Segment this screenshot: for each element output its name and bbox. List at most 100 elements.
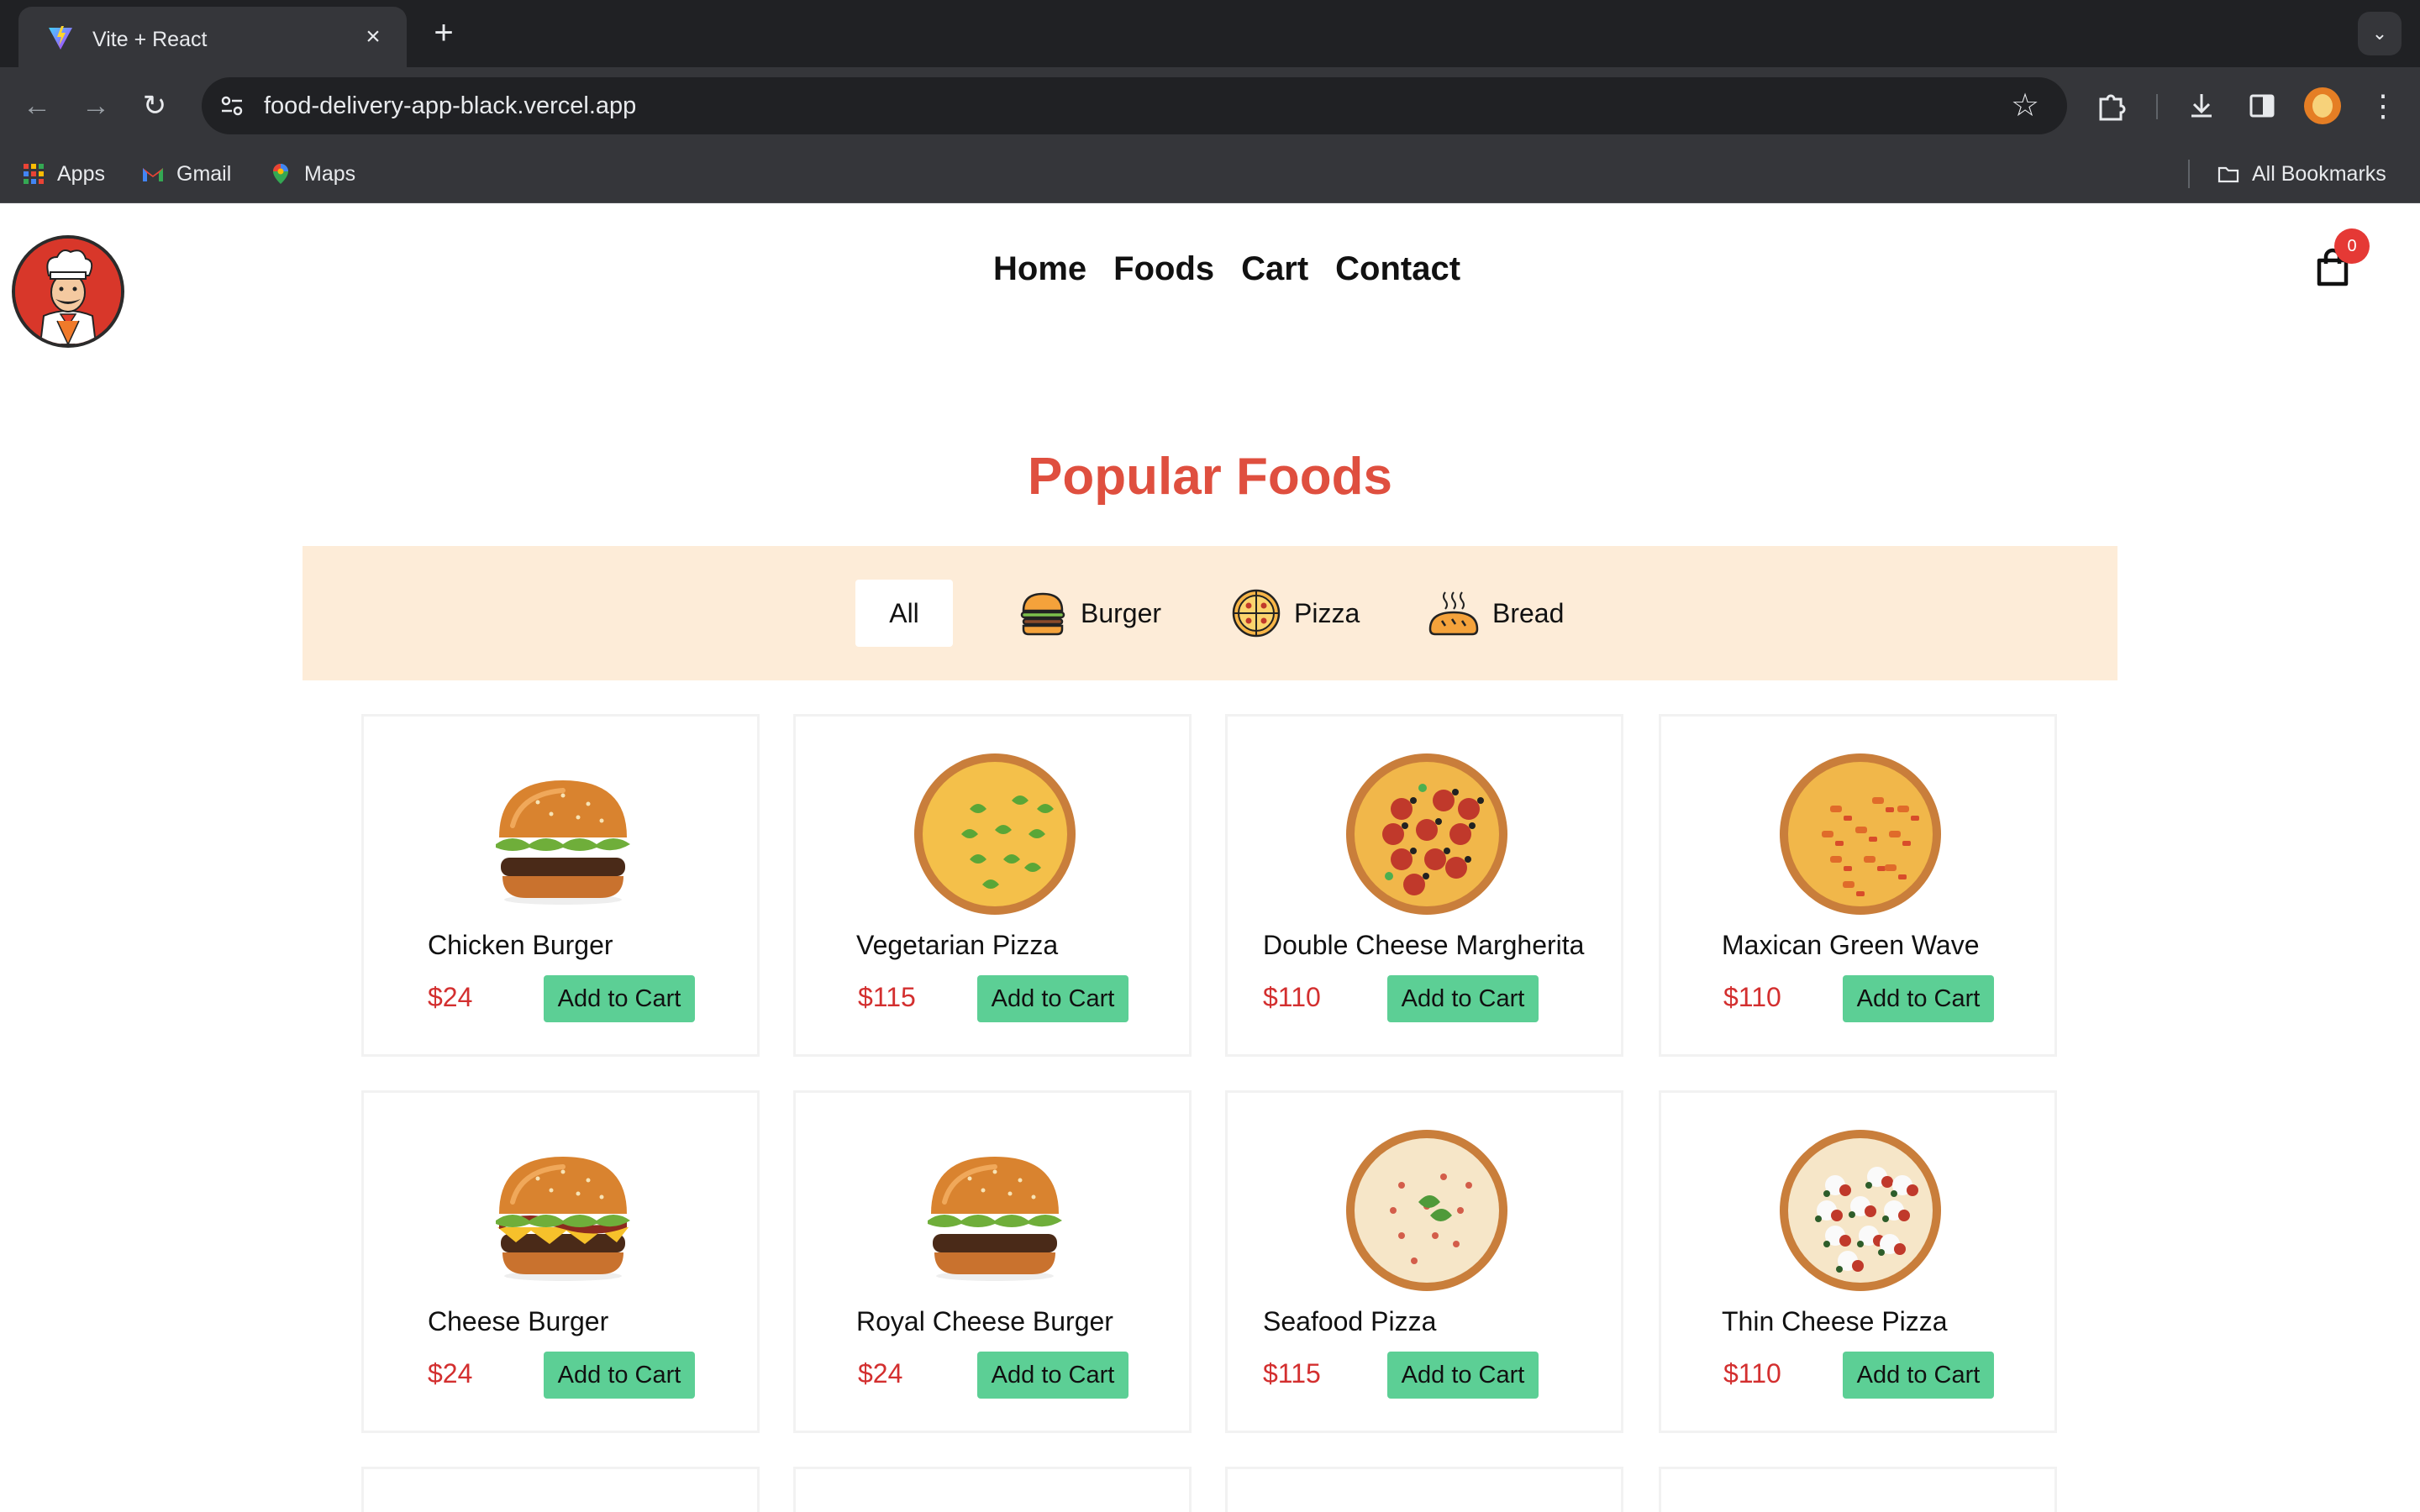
nav-contact[interactable]: Contact <box>1335 245 1460 292</box>
download-icon[interactable] <box>2181 86 2222 126</box>
chef-logo[interactable] <box>12 235 124 348</box>
product-price: $110 <box>1263 982 1321 1012</box>
add-to-cart-button[interactable]: Add to Cart <box>1843 975 1994 1022</box>
pizza-image[interactable] <box>1776 1126 1944 1294</box>
main-nav: Home Foods Cart Contact <box>993 245 1460 292</box>
section-title: Popular Foods <box>1028 448 1392 506</box>
browser-toolbar: ← → ↻ food-delivery-app-black.vercel.app… <box>0 67 2420 144</box>
product-card[interactable]: Cheese Burger $24 Add to Cart <box>361 1090 760 1433</box>
toolbar-divider <box>2156 94 2158 119</box>
gmail-icon <box>143 168 163 181</box>
product-name: Chicken Burger <box>428 930 613 960</box>
bookmark-star-icon[interactable]: ☆ <box>2005 86 2045 126</box>
product-card-partial[interactable] <box>1659 1467 2057 1512</box>
category-filter-bar: All Burger Pizza Bread <box>302 546 2118 680</box>
pizza-image[interactable] <box>1343 1126 1511 1294</box>
address-bar[interactable]: food-delivery-app-black.vercel.app ☆ <box>202 77 2067 134</box>
nav-home[interactable]: Home <box>993 245 1086 292</box>
product-card-partial[interactable] <box>793 1467 1192 1512</box>
new-tab-icon[interactable]: + <box>427 16 460 50</box>
product-card[interactable]: Maxican Green Wave $110 Add to Cart <box>1659 714 2057 1057</box>
filter-label: Burger <box>1081 597 1162 628</box>
bookmark-apps[interactable]: Apps <box>22 160 105 188</box>
bookmark-label: Gmail <box>176 162 232 186</box>
back-arrow-icon[interactable]: ← <box>17 86 57 126</box>
product-price: $24 <box>428 1358 473 1389</box>
product-price: $115 <box>858 982 916 1012</box>
product-price: $24 <box>428 982 473 1012</box>
product-card[interactable]: Double Cheese Margherita $110 Add to Car… <box>1225 714 1623 1057</box>
maps-pin-icon <box>273 164 288 184</box>
page-content: Home Foods Cart Contact 0 Popular Foods … <box>0 203 2420 1512</box>
side-panel-icon[interactable] <box>2242 86 2282 126</box>
browser-menu-icon[interactable]: ⋮ <box>2368 86 2398 126</box>
product-card[interactable]: Vegetarian Pizza $115 Add to Cart <box>793 714 1192 1057</box>
product-price: $110 <box>1723 1358 1781 1389</box>
product-card[interactable]: Royal Cheese Burger $24 Add to Cart <box>793 1090 1192 1433</box>
all-bookmarks-label: All Bookmarks <box>2252 162 2386 186</box>
nav-cart[interactable]: Cart <box>1241 245 1308 292</box>
burger-image[interactable] <box>479 750 647 918</box>
cart-count-badge: 0 <box>2334 228 2370 264</box>
burger-image[interactable] <box>911 1126 1079 1294</box>
product-name: Royal Cheese Burger <box>856 1306 1113 1336</box>
browser-tab-bar: Vite + React × + ⌄ <box>0 0 2420 67</box>
bread-icon <box>1428 591 1479 636</box>
add-to-cart-button[interactable]: Add to Cart <box>1387 975 1539 1022</box>
product-card[interactable]: Thin Cheese Pizza $110 Add to Cart <box>1659 1090 2057 1433</box>
add-to-cart-button[interactable]: Add to Cart <box>1387 1352 1539 1399</box>
vite-logo-icon <box>49 26 72 50</box>
add-to-cart-button[interactable]: Add to Cart <box>544 1352 695 1399</box>
product-name: Maxican Green Wave <box>1722 930 1980 960</box>
browser-tab[interactable]: Vite + React × <box>18 7 407 67</box>
product-name: Cheese Burger <box>428 1306 609 1336</box>
filter-all-button[interactable]: All <box>855 580 953 647</box>
product-price: $115 <box>1263 1358 1321 1389</box>
product-card-partial[interactable] <box>1225 1467 1623 1512</box>
profile-avatar[interactable] <box>2304 87 2341 124</box>
burger-icon <box>1020 592 1065 636</box>
add-to-cart-button[interactable]: Add to Cart <box>977 975 1128 1022</box>
bookmarks-divider <box>2188 160 2190 188</box>
product-card[interactable]: Seafood Pizza $115 Add to Cart <box>1225 1090 1623 1433</box>
add-to-cart-button[interactable]: Add to Cart <box>544 975 695 1022</box>
add-to-cart-button[interactable]: Add to Cart <box>1843 1352 1994 1399</box>
bookmark-label: Maps <box>304 162 356 186</box>
url-text[interactable]: food-delivery-app-black.vercel.app <box>264 91 636 121</box>
folder-icon <box>2217 166 2239 183</box>
filter-pizza-button[interactable]: Pizza <box>1230 580 1360 647</box>
product-name: Thin Cheese Pizza <box>1722 1306 1948 1336</box>
product-card[interactable]: Chicken Burger $24 Add to Cart <box>361 714 760 1057</box>
pizza-icon <box>1232 589 1281 638</box>
tab-search-chevron-icon[interactable]: ⌄ <box>2358 12 2402 55</box>
all-bookmarks-button[interactable]: All Bookmarks <box>2217 160 2386 188</box>
filter-label: Pizza <box>1294 597 1360 628</box>
tab-close-icon[interactable]: × <box>358 22 388 52</box>
pizza-image[interactable] <box>911 750 1079 918</box>
bookmarks-bar: Apps Gmail Maps All Bookmarks <box>0 144 2420 203</box>
product-name: Double Cheese Margherita <box>1263 930 1585 960</box>
pizza-image[interactable] <box>1343 750 1511 918</box>
burger-image[interactable] <box>479 1126 647 1294</box>
product-name: Seafood Pizza <box>1263 1306 1437 1336</box>
forward-arrow-icon[interactable]: → <box>76 86 116 126</box>
bookmark-label: Apps <box>57 162 105 186</box>
product-price: $110 <box>1723 982 1781 1012</box>
pizza-image[interactable] <box>1776 750 1944 918</box>
add-to-cart-button[interactable]: Add to Cart <box>977 1352 1128 1399</box>
tab-title: Vite + React <box>92 28 208 51</box>
site-info-icon[interactable] <box>217 91 247 121</box>
apps-grid-icon <box>24 164 44 184</box>
product-price: $24 <box>858 1358 903 1389</box>
extensions-puzzle-icon[interactable] <box>2091 86 2131 126</box>
bookmark-gmail[interactable]: Gmail <box>141 160 231 188</box>
nav-foods[interactable]: Foods <box>1113 245 1214 292</box>
product-name: Vegetarian Pizza <box>856 930 1059 960</box>
filter-label: Bread <box>1492 597 1565 628</box>
reload-icon[interactable]: ↻ <box>134 86 175 126</box>
filter-burger-button[interactable]: Burger <box>1017 580 1161 647</box>
filter-bread-button[interactable]: Bread <box>1427 580 1564 647</box>
bookmark-maps[interactable]: Maps <box>269 160 355 188</box>
product-card-partial[interactable] <box>361 1467 760 1512</box>
chef-icon <box>15 239 121 344</box>
